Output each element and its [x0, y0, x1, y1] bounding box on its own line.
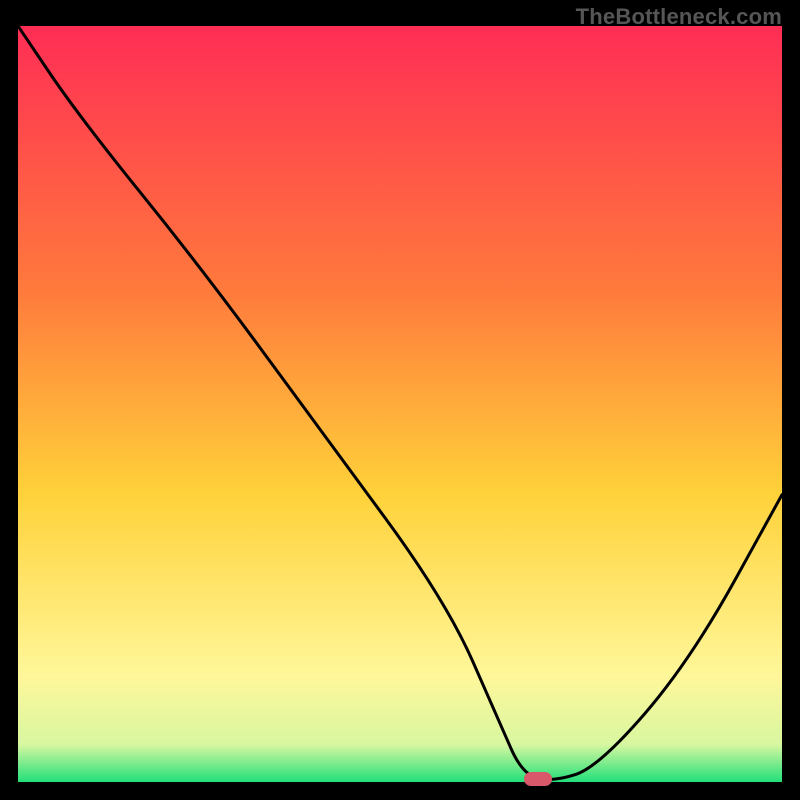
- gradient-bg: [18, 26, 782, 782]
- chart-container: TheBottleneck.com: [0, 0, 800, 800]
- optimum-marker: [524, 772, 552, 786]
- bottleneck-chart: [18, 26, 782, 782]
